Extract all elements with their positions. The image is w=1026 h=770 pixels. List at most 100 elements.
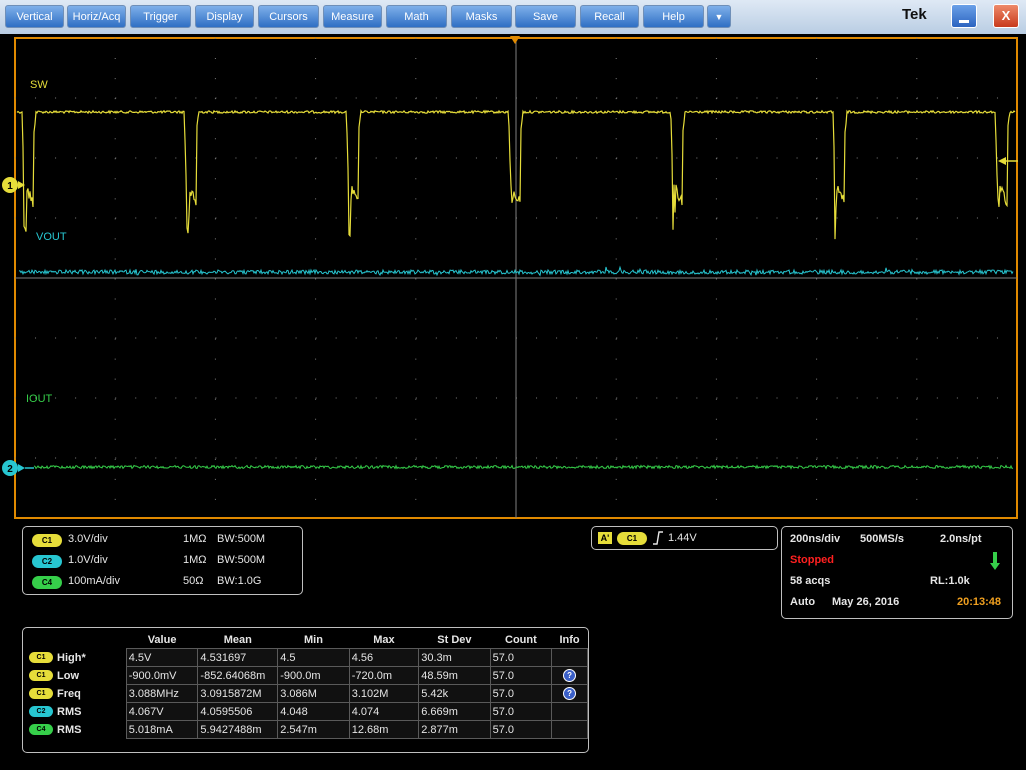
- record-length: RL:1.0k: [930, 575, 970, 587]
- c4-scale: 100mA/div: [68, 575, 120, 587]
- c1-impedance: 1MΩ: [183, 533, 207, 545]
- measurement-min: -900.0m: [277, 666, 350, 685]
- c2-impedance: 1MΩ: [183, 554, 207, 566]
- resolution: 2.0ns/pt: [940, 533, 982, 545]
- brand-logo: Tek: [902, 6, 927, 23]
- measurement-row[interactable]: C1 Low -900.0mV -852.64068m -900.0m -720.0m 48…: [27, 666, 588, 685]
- cursors-menu-button[interactable]: Cursors: [258, 5, 319, 28]
- header-value: Value: [147, 633, 177, 646]
- measurement-info: [551, 648, 588, 667]
- display-menu-button[interactable]: Display: [195, 5, 254, 28]
- measurement-mean: 5.9427488m: [197, 720, 279, 739]
- vout-label: VOUT: [36, 231, 67, 243]
- measurement-min: 4.5: [277, 648, 350, 667]
- measurement-source-badge: C1: [29, 652, 53, 664]
- ch4-iout-trace[interactable]: [33, 464, 1014, 470]
- measurement-label: C2 RMS: [27, 703, 126, 721]
- measurement-label: C1 High*: [27, 649, 126, 667]
- measurement-stdev: 2.877m: [418, 720, 491, 739]
- c4-bandwidth: BW:1.0G: [217, 575, 261, 587]
- ch2-ground-marker[interactable]: 2: [2, 460, 25, 476]
- recall-menu-button[interactable]: Recall: [580, 5, 639, 28]
- measurements-table: Value Mean Min Max St Dev Count Info C1 H…: [27, 631, 588, 739]
- measurement-value: 3.088MHz: [125, 684, 199, 703]
- measurement-count: 57.0: [489, 684, 553, 703]
- measurement-name: Freq: [57, 687, 81, 700]
- channel-settings-box: C1 3.0V/div 1MΩ BW:500M C2 1.0V/div 1MΩ …: [22, 526, 303, 595]
- iout-label: IOUT: [26, 393, 53, 405]
- ch1-ground-marker[interactable]: 1: [2, 177, 25, 193]
- status-panel: C1 3.0V/div 1MΩ BW:500M C2 1.0V/div 1MΩ …: [0, 522, 1026, 770]
- measurement-source-badge: C4: [29, 724, 53, 736]
- sample-rate: 500MS/s: [860, 533, 905, 545]
- measure-menu-button[interactable]: Measure: [323, 5, 382, 28]
- measurement-min: 3.086M: [277, 684, 350, 703]
- measurement-row[interactable]: C2 RMS 4.067V 4.0595506 4.048 4.074 6.669m 57.0: [27, 702, 588, 721]
- info-icon[interactable]: ?: [563, 687, 577, 700]
- measurement-mean: 3.0915872M: [197, 684, 279, 703]
- measurement-value: 4.067V: [125, 702, 199, 721]
- measurement-label: C1 Low: [27, 667, 126, 685]
- more-menu-button[interactable]: ▼: [707, 5, 731, 28]
- c1-badge[interactable]: C1: [32, 534, 62, 547]
- vertical-menu-button[interactable]: Vertical: [5, 5, 64, 28]
- measurement-stdev: 5.42k: [418, 684, 491, 703]
- trigger-position-marker[interactable]: [510, 36, 520, 44]
- measurement-count: 57.0: [489, 720, 553, 739]
- measurements-box: Value Mean Min Max St Dev Count Info C1 H…: [22, 627, 589, 753]
- measurement-source-badge: C2: [29, 706, 53, 718]
- measurement-label: C4 RMS: [27, 721, 126, 739]
- time: 20:13:48: [957, 596, 1002, 608]
- acquisition-box[interactable]: 200ns/div 500MS/s 2.0ns/pt Stopped 58 ac…: [781, 526, 1013, 619]
- header-min: Min: [303, 633, 323, 646]
- measurement-source-badge: C1: [29, 670, 53, 682]
- date: May 26, 2016: [832, 596, 900, 608]
- c2-badge[interactable]: C2: [32, 555, 62, 568]
- measurement-value: -900.0mV: [125, 666, 199, 685]
- c1-bw-value: W:500M: [224, 533, 266, 545]
- measurement-stdev: 6.669m: [418, 702, 491, 721]
- save-menu-button[interactable]: Save: [515, 5, 576, 28]
- measurement-row[interactable]: C1 High* 4.5V 4.531697 4.5 4.56 30.3m 57.0: [27, 648, 588, 667]
- c1-bandwidth: BW:500M: [217, 533, 265, 545]
- measurement-source-badge: C1: [29, 688, 53, 700]
- trigger-a-label: A': [598, 532, 612, 544]
- c4-badge[interactable]: C4: [32, 576, 62, 589]
- help-menu-button[interactable]: Help: [643, 5, 704, 28]
- measurement-count: 57.0: [489, 702, 553, 721]
- measurement-row[interactable]: C4 RMS 5.018mA 5.9427488m 2.547m 12.68m 2.877m…: [27, 720, 588, 739]
- sw-label: SW: [30, 79, 48, 91]
- measurement-max: 4.56: [348, 648, 420, 667]
- trigger-source-badge: C1: [617, 532, 647, 545]
- measurement-min: 2.547m: [277, 720, 350, 739]
- c2-scale: 1.0V/div: [68, 554, 108, 566]
- timebase: 200ns/div: [790, 533, 841, 545]
- close-button[interactable]: X: [993, 4, 1019, 28]
- math-menu-button[interactable]: Math: [386, 5, 447, 28]
- c2-bandwidth: BW:500M: [217, 554, 265, 566]
- measurement-name: RMS: [57, 723, 82, 736]
- measurement-name: RMS: [57, 705, 82, 718]
- measurement-mean: -852.64068m: [197, 666, 279, 685]
- horiz-acq-menu-button[interactable]: Horiz/Acq: [67, 5, 126, 28]
- masks-menu-button[interactable]: Masks: [451, 5, 512, 28]
- trigger-menu-button[interactable]: Trigger: [130, 5, 191, 28]
- minimize-button[interactable]: [951, 4, 977, 28]
- measurement-max: 12.68m: [348, 720, 420, 739]
- graticule[interactable]: SW VOUT IOUT 1 2: [0, 34, 1026, 522]
- waveform-display[interactable]: SW VOUT IOUT 1 2: [0, 34, 1026, 522]
- measurement-mean: 4.0595506: [197, 702, 279, 721]
- trigger-level-marker[interactable]: [998, 157, 1006, 165]
- measurement-info: ?: [551, 684, 588, 703]
- header-max: Max: [373, 633, 395, 646]
- measurement-row[interactable]: C1 Freq 3.088MHz 3.0915872M 3.086M 3.102M 5.42…: [27, 684, 588, 703]
- info-icon[interactable]: ?: [563, 669, 577, 682]
- measurement-info: ?: [551, 666, 588, 685]
- measurement-count: 57.0: [489, 648, 553, 667]
- measurement-max: 3.102M: [348, 684, 420, 703]
- c4-bw-value: W:1.0G: [224, 575, 262, 587]
- ch1-marker-label: 1: [7, 181, 13, 192]
- header-stdev: St Dev: [437, 633, 472, 646]
- measurement-max: -720.0m: [348, 666, 420, 685]
- trigger-readout-box[interactable]: A' C1 1.44V: [591, 526, 778, 550]
